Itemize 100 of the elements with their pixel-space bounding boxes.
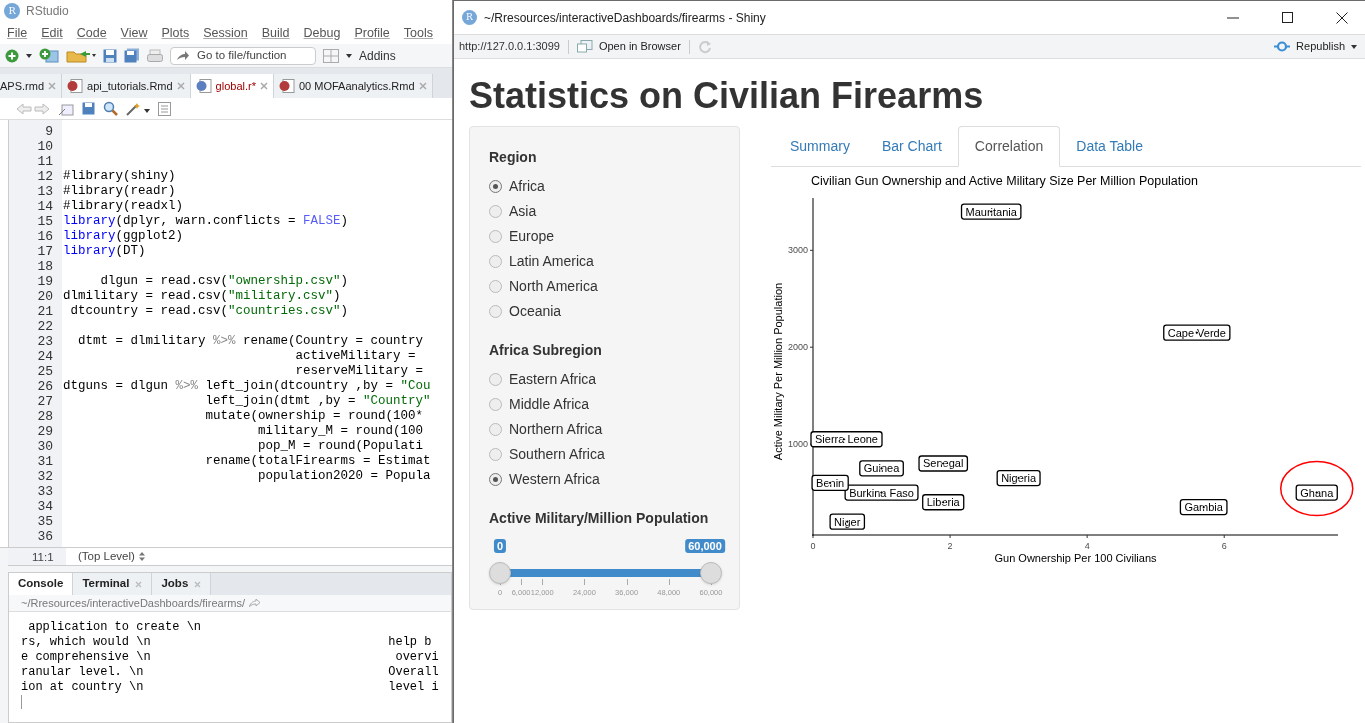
scope-selector[interactable]: (Top Level)	[66, 547, 145, 566]
code-line: dlmilitary = read.csv("military.csv")	[63, 289, 342, 304]
addins-menu[interactable]: Addins	[359, 46, 396, 65]
r-logo-icon: R	[462, 10, 477, 25]
save-icon[interactable]	[82, 102, 95, 115]
line-number: 28	[36, 409, 54, 424]
code-line: dtmt = dlmilitary %>% rename(Country = country	[77, 334, 425, 349]
radio-option[interactable]: Middle Africa	[489, 392, 720, 417]
line-number: 30	[36, 439, 54, 454]
console-output-line: e comprehensive \n overvi	[21, 650, 440, 665]
line-number: 34	[36, 499, 54, 514]
caret-icon[interactable]	[346, 53, 352, 58]
maximize-icon[interactable]	[1282, 12, 1293, 23]
code-line: left_join(dtmt ,by = "Country"	[204, 394, 432, 409]
close-icon[interactable]	[1336, 11, 1348, 24]
magic-wand-icon[interactable]	[126, 101, 150, 116]
tick-label: 1000	[787, 439, 808, 450]
code-line: library(ggplot2)	[63, 229, 185, 244]
menu-item[interactable]: Debug	[303, 23, 341, 43]
editor-tab[interactable]: 00 MOFAanalytics.Rmd	[273, 74, 433, 98]
radio-option[interactable]: Latin America	[489, 249, 720, 274]
radio-option[interactable]: Southern Africa	[489, 442, 720, 467]
plus-icon[interactable]	[5, 48, 19, 63]
editor-tab[interactable]: global.r*	[190, 74, 274, 98]
code-line: mutate(ownership = round(100*	[204, 409, 425, 424]
outline-icon[interactable]	[158, 101, 171, 116]
data-point	[941, 461, 946, 466]
radio-option[interactable]: Eastern Africa	[489, 367, 720, 392]
code-line: reserveMilitary =	[294, 364, 425, 379]
caret-icon[interactable]	[26, 53, 32, 58]
menu-item[interactable]: View	[120, 23, 148, 43]
editor-tab[interactable]: APS.rmd	[0, 74, 62, 98]
editor-tab[interactable]: api_tutorials.Rmd	[62, 74, 191, 98]
popout-icon[interactable]	[58, 101, 74, 116]
tick-label: 0	[810, 541, 816, 551]
data-point	[845, 519, 850, 524]
menu-item[interactable]: Session	[203, 23, 248, 43]
line-number: 27	[36, 394, 54, 409]
radio-option[interactable]: Western Africa	[489, 467, 720, 492]
search-icon[interactable]	[103, 101, 118, 116]
radio-option[interactable]: Oceania	[489, 299, 720, 324]
project-icon[interactable]	[39, 48, 59, 63]
nav-tab[interactable]: Data Table	[1060, 126, 1159, 166]
save-icon[interactable]	[103, 48, 117, 63]
radio-option[interactable]: Europe	[489, 224, 720, 249]
line-number: 29	[36, 424, 54, 439]
menu-item[interactable]: Profile	[354, 23, 390, 43]
back-forward-icon[interactable]	[16, 102, 50, 115]
menu-item[interactable]: Edit	[41, 23, 63, 43]
line-number: 22	[36, 319, 54, 334]
data-label: Burkina Faso	[844, 484, 919, 501]
printer-icon[interactable]	[147, 48, 163, 63]
minimize-icon[interactable]	[1227, 16, 1239, 19]
line-number: 19	[36, 274, 54, 289]
line-number: 26	[36, 379, 54, 394]
republish-button[interactable]: Republish	[1274, 38, 1357, 55]
line-number: 23	[36, 334, 54, 349]
data-label: Benin	[811, 474, 849, 491]
r-logo-icon: R	[4, 3, 20, 19]
console-tab[interactable]: Terminal	[73, 573, 153, 595]
axis-label: Gun Ownership Per 100 Civilians	[994, 552, 1157, 564]
code-line: #library(readr)	[63, 184, 177, 199]
data-label: Mauritania	[960, 203, 1022, 220]
radio-option[interactable]: Northern Africa	[489, 417, 720, 442]
radio-option[interactable]: Asia	[489, 199, 720, 224]
window-title: ~/Rresources/interactiveDashboards/firearms - Shiny	[484, 9, 767, 27]
folder-icon[interactable]	[66, 48, 96, 63]
goto-file-field[interactable]: Go to file/function	[170, 46, 316, 65]
caret-icon	[1351, 44, 1357, 49]
axis-label: Active Military Per Million Population	[772, 282, 784, 461]
menu-item[interactable]: Plots	[161, 23, 190, 43]
nav-tab[interactable]: Correlation	[957, 126, 1061, 167]
code-line: military_M = round(100	[257, 424, 425, 439]
radio-option[interactable]: Africa	[489, 174, 720, 199]
menu-item[interactable]: Tools	[403, 23, 433, 43]
data-label: Gambia	[1179, 498, 1228, 516]
slider-thumb[interactable]	[489, 562, 511, 584]
slider-label: Active Military/Million Population	[489, 509, 710, 528]
console-output-line: ion at country \n level i	[21, 680, 440, 695]
data-label: Cape Verde	[1163, 324, 1231, 341]
console-output-line: application to create \n	[27, 620, 203, 635]
menu-item[interactable]: File	[7, 23, 28, 43]
code-line: library(DT)	[63, 244, 147, 259]
arrow-icon[interactable]	[249, 599, 261, 607]
slider-thumb[interactable]	[700, 562, 722, 584]
open-in-browser-button[interactable]: Open in Browser	[576, 38, 681, 55]
document-icon	[278, 79, 295, 93]
menu-item[interactable]: Code	[76, 23, 107, 43]
tick-label: 4	[1084, 541, 1090, 551]
group-label: Africa Subregion	[489, 341, 603, 360]
save-all-icon[interactable]	[124, 48, 140, 63]
line-number: 18	[36, 259, 54, 274]
radio-option[interactable]: North America	[489, 274, 720, 299]
url-text[interactable]: http://127.0.0.1:3099	[459, 38, 560, 55]
grid-icon[interactable]	[323, 48, 339, 63]
nav-tab[interactable]: Bar Chart	[865, 126, 958, 166]
nav-tab[interactable]: Summary	[774, 126, 866, 166]
console-tab[interactable]: Console	[9, 573, 74, 595]
console-tab[interactable]: Jobs	[152, 573, 212, 595]
menu-item[interactable]: Build	[261, 23, 290, 43]
